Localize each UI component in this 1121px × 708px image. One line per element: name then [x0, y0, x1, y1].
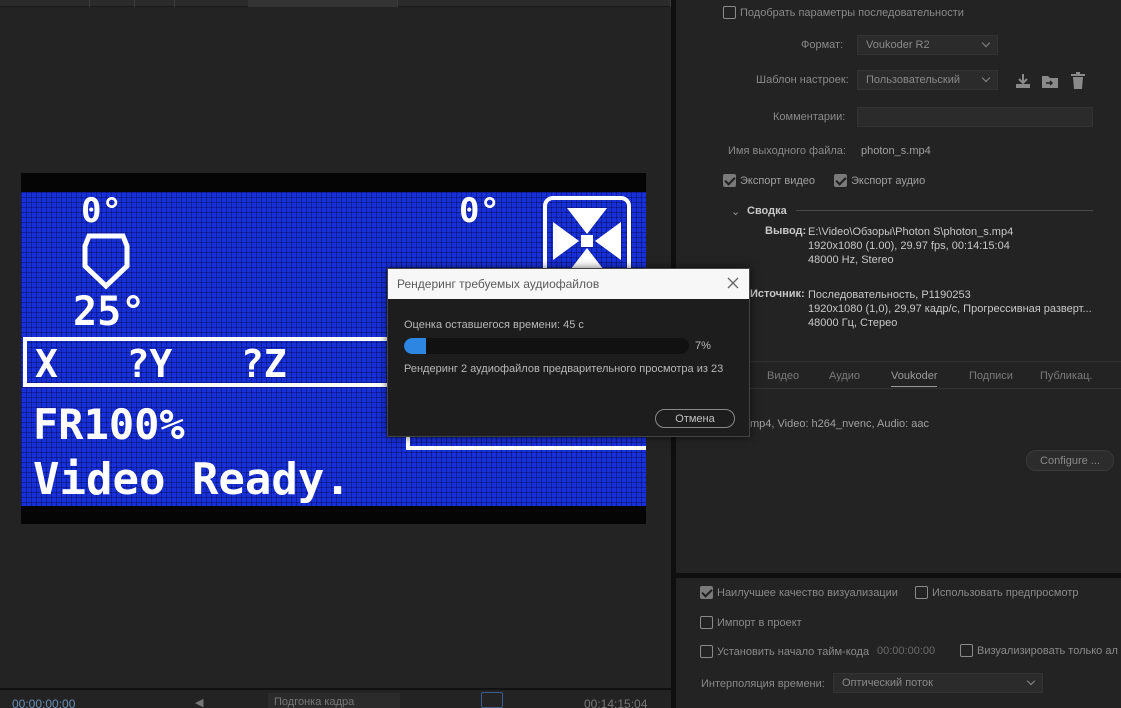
render-audio-dialog: Рендеринг требуемых аудиофайлов Оценка о…: [387, 268, 750, 437]
close-icon[interactable]: [725, 275, 741, 291]
summary-header: Сводка: [747, 205, 787, 217]
import-row[interactable]: Импорт в проект: [700, 616, 802, 629]
source-line: Последовательность, P1190253: [808, 289, 971, 301]
match-sequence-row[interactable]: Подобрать параметры последовательности: [723, 6, 964, 19]
nozzle-icon: [82, 233, 130, 290]
dialog-title-bar: Рендеринг требуемых аудиофайлов: [388, 269, 749, 299]
source-line: 1920x1080 (1,0), 29,97 кадр/с, Прогресси…: [808, 303, 1092, 315]
chevron-down-icon: [1026, 676, 1036, 686]
tab-voukoder[interactable]: Voukoder: [891, 370, 938, 387]
export-audio-row[interactable]: Экспорт аудио: [834, 174, 925, 187]
output-name-label: Имя выходного файла:: [728, 145, 846, 157]
progress-percent: 7%: [695, 340, 711, 352]
progress-bar: [404, 338, 689, 354]
cancel-button[interactable]: Отмена: [655, 409, 735, 428]
preset-dropdown[interactable]: Пользовательский: [857, 70, 998, 90]
output-label: Вывод:: [765, 225, 807, 237]
output-line: E:\Video\Обзоры\Photon S\photon_s.mp4: [808, 226, 1014, 238]
time-interp-value: Оптический поток: [842, 677, 933, 689]
use-previews-label: Использовать предпросмотр: [932, 587, 1079, 599]
format-dropdown[interactable]: Voukoder R2: [857, 35, 998, 55]
comments-field[interactable]: [857, 107, 1093, 127]
voukoder-summary: mp4, Video: h264_nvenc, Audio: aac: [750, 418, 929, 430]
source-summary: Последовательность, P1190253 1920x1080 (…: [808, 288, 1092, 330]
current-timecode[interactable]: 00:00:00:00: [12, 697, 75, 708]
summary-collapse-icon[interactable]: ⌄: [731, 205, 740, 218]
playhead-triangle-icon[interactable]: ◀: [195, 696, 203, 708]
time-interp-label: Интерполяция времени:: [701, 678, 825, 690]
start-tc-field[interactable]: 00:00:00:00: [877, 645, 935, 657]
monitor-top-bar: [0, 0, 671, 7]
source-line: 48000 Гц, Стерео: [808, 317, 898, 329]
time-remaining-text: Оценка оставшегося времени: 45 с: [404, 319, 584, 331]
set-start-tc-row[interactable]: Установить начало тайм-кода: [700, 645, 869, 658]
render-alpha-checkbox[interactable]: [960, 644, 973, 657]
source-label: Источник:: [750, 288, 805, 300]
output-summary: E:\Video\Обзоры\Photon S\photon_s.mp4 19…: [808, 225, 1013, 267]
render-alpha-row[interactable]: Визуализировать только ал: [960, 644, 1118, 657]
dialog-title: Рендеринг требуемых аудиофайлов: [397, 277, 600, 291]
export-audio-checkbox[interactable]: [834, 174, 847, 187]
import-checkbox[interactable]: [700, 616, 713, 629]
duration-timecode: 00:14:15:04: [584, 697, 648, 708]
format-value: Voukoder R2: [866, 39, 930, 51]
fit-dropdown[interactable]: Подгонка кадра: [268, 693, 400, 708]
monitor-timecode-bar: 00:00:00:00 ◀ Подгонка кадра 00:14:15:04: [0, 690, 671, 708]
output-name-link[interactable]: photon_s.mp4: [861, 145, 931, 157]
time-interp-dropdown[interactable]: Оптический поток: [833, 673, 1043, 693]
max-quality-label: Наилучшее качество визуализации: [717, 587, 898, 599]
export-video-row[interactable]: Экспорт видео: [723, 174, 815, 187]
preset-label: Шаблон настроек:: [756, 74, 849, 86]
summary-divider: [796, 210, 1093, 211]
set-start-tc-checkbox[interactable]: [700, 645, 713, 658]
lcd-bed-temp: 0°: [459, 192, 500, 231]
output-line: 1920x1080 (1.00), 29.97 fps, 00:14:15:04: [808, 240, 1010, 252]
lcd-axis-line: X ?Y ?Z: [35, 342, 287, 386]
lcd-status-line: Video Ready.: [33, 454, 351, 505]
use-previews-row[interactable]: Использовать предпросмотр: [915, 586, 1079, 599]
tab-audio[interactable]: Аудио: [829, 370, 860, 382]
tab-video[interactable]: Видео: [767, 370, 799, 382]
tab-captions[interactable]: Подписи: [969, 370, 1013, 382]
match-sequence-label: Подобрать параметры последовательности: [740, 7, 964, 19]
chevron-down-icon: [981, 73, 991, 83]
preset-value: Пользовательский: [866, 74, 960, 86]
export-audio-label: Экспорт аудио: [851, 175, 926, 187]
render-status-text: Рендеринг 2 аудиофайлов предварительного…: [404, 363, 724, 375]
export-video-checkbox[interactable]: [723, 174, 736, 187]
download-icon[interactable]: [1014, 72, 1032, 90]
export-video-label: Экспорт видео: [740, 175, 816, 187]
use-previews-checkbox[interactable]: [915, 586, 928, 599]
lcd-nozzle-temp: 0°: [81, 192, 122, 231]
import-label: Импорт в проект: [717, 617, 802, 629]
max-quality-checkbox[interactable]: [700, 586, 713, 599]
lcd-feedrate: FR100%: [33, 400, 185, 449]
folder-import-icon[interactable]: [1040, 72, 1060, 90]
output-line: 48000 Hz, Stereo: [808, 254, 894, 266]
comments-label: Комментарии:: [773, 111, 846, 123]
configure-button[interactable]: Configure ...: [1026, 450, 1114, 471]
max-quality-row[interactable]: Наилучшее качество визуализации: [700, 586, 898, 599]
tab-publish[interactable]: Публикац.: [1040, 370, 1092, 382]
chevron-down-icon: [981, 38, 991, 48]
format-label: Формат:: [801, 39, 844, 51]
settings-icon[interactable]: [481, 692, 503, 708]
lcd-target-temp: 25°: [73, 289, 146, 335]
trash-icon[interactable]: [1070, 72, 1086, 90]
render-alpha-label: Визуализировать только ал: [977, 645, 1118, 657]
match-sequence-checkbox[interactable]: [723, 6, 736, 19]
progress-bar-fill: [404, 338, 426, 354]
render-options-panel: Наилучшее качество визуализации Использо…: [676, 578, 1121, 708]
set-start-tc-label: Установить начало тайм-кода: [717, 646, 870, 658]
